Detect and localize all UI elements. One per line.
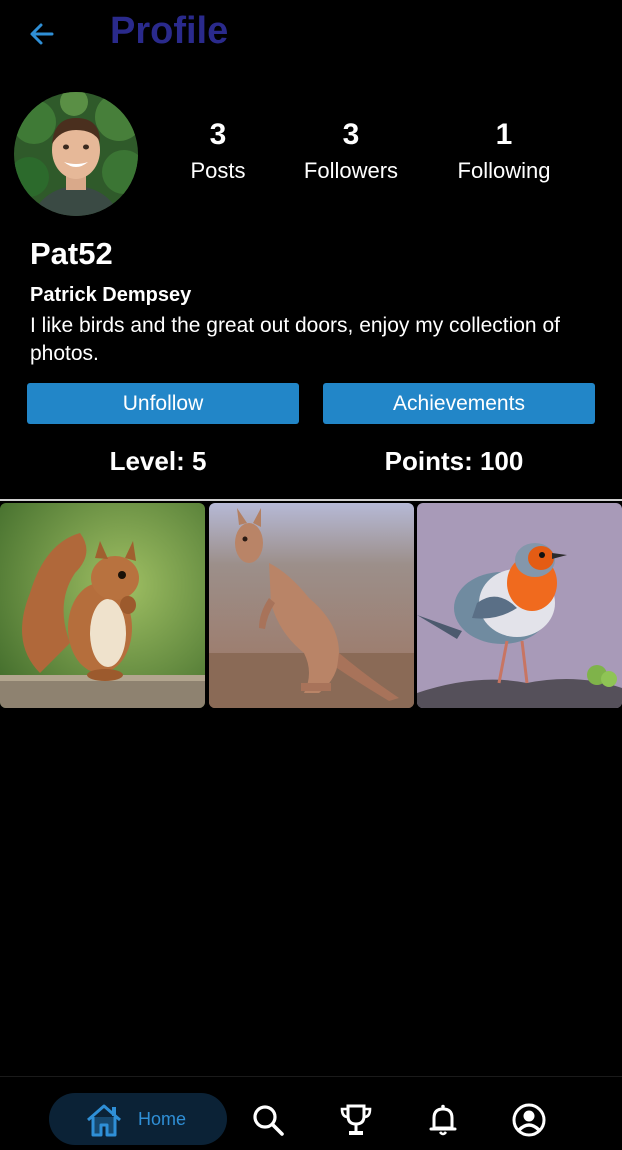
followers-count: 3 (342, 118, 360, 151)
kangaroo-image (209, 503, 414, 708)
achievements-button[interactable]: Achievements (323, 383, 595, 424)
username: Pat52 (30, 236, 113, 271)
home-icon (87, 1104, 121, 1137)
unfollow-button[interactable]: Unfollow (27, 383, 299, 424)
nav-notifications[interactable] (425, 1102, 461, 1138)
nav-search[interactable] (250, 1102, 286, 1138)
bottom-nav: Home (0, 1076, 622, 1150)
avatar[interactable] (14, 92, 138, 216)
nav-profile[interactable] (511, 1102, 547, 1138)
bio: I like birds and the great out doors, en… (30, 314, 560, 365)
photo-kangaroo[interactable] (209, 503, 414, 708)
page-title: Profile (110, 10, 229, 52)
back-button[interactable] (26, 18, 58, 50)
robin-image (417, 503, 622, 708)
bell-icon (429, 1104, 457, 1136)
following-count: 1 (495, 118, 513, 151)
app-header: Profile (0, 0, 622, 70)
arrow-left-icon (30, 23, 54, 45)
divider (0, 499, 622, 501)
followers-label: Followers (303, 158, 399, 183)
photo-robin[interactable] (417, 503, 622, 708)
avatar-image (14, 92, 138, 216)
stat-following[interactable]: 1 Following (424, 118, 584, 184)
nav-home-label: Home (138, 1109, 187, 1129)
points-text: Points: 100 (384, 446, 524, 476)
photo-squirrel[interactable] (0, 503, 205, 708)
nav-home[interactable]: Home (49, 1093, 227, 1145)
trophy-icon (340, 1104, 372, 1135)
level-text: Level: 5 (109, 446, 207, 476)
nav-achievements[interactable] (338, 1102, 374, 1138)
squirrel-image (0, 503, 205, 708)
profile-icon (512, 1103, 546, 1137)
full-name: Patrick Dempsey (30, 284, 192, 306)
search-icon (253, 1105, 284, 1136)
stat-followers[interactable]: 3 Followers (271, 118, 431, 184)
following-label: Following (457, 158, 551, 183)
